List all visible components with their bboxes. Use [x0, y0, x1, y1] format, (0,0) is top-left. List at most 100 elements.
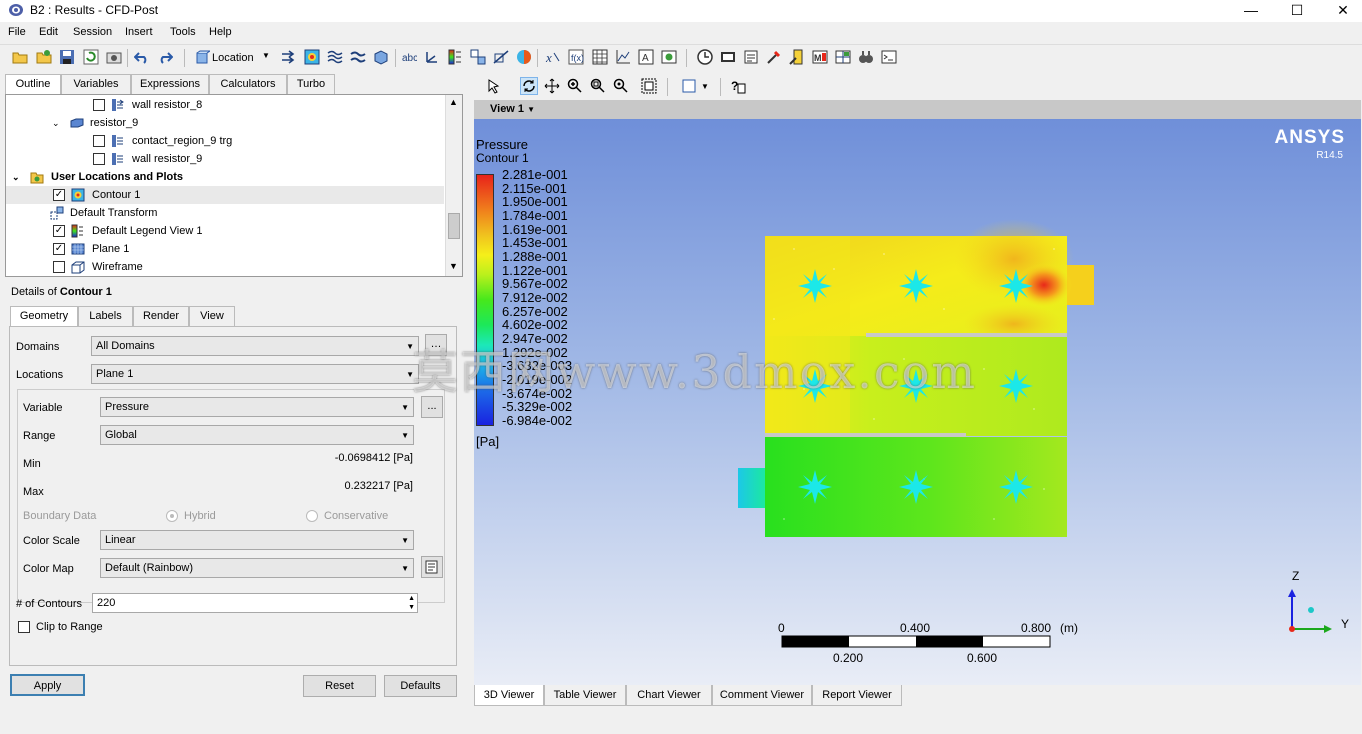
conservative-radio[interactable]	[306, 510, 318, 522]
tab-variables[interactable]: Variables	[61, 74, 131, 94]
tab-report-viewer[interactable]: Report Viewer	[812, 685, 902, 706]
visibility-checkbox[interactable]	[93, 99, 105, 111]
mesh-calculator-icon[interactable]	[835, 49, 851, 65]
expand-chevron-icon[interactable]: ⌄	[52, 114, 60, 132]
streamline-icon[interactable]	[327, 49, 343, 65]
tree-item-plane-1[interactable]: ✓ Plane 1	[6, 240, 444, 258]
comment-icon[interactable]: A	[638, 49, 654, 65]
probe-icon[interactable]	[766, 49, 782, 65]
menu-insert[interactable]: Insert	[125, 26, 153, 38]
tree-scrollbar[interactable]: ▲ ▼	[445, 95, 462, 276]
menu-edit[interactable]: Edit	[39, 26, 58, 38]
tab-geometry[interactable]: Geometry	[10, 306, 78, 327]
tab-view[interactable]: View	[189, 306, 235, 326]
tree-item-resistor-9[interactable]: ⌄ resistor_9	[6, 114, 444, 132]
clip-to-range-checkbox[interactable]	[18, 621, 30, 633]
vector-icon[interactable]	[281, 49, 297, 65]
defaults-button[interactable]: Defaults	[384, 675, 457, 697]
tab-outline[interactable]: Outline	[5, 74, 61, 95]
redo-icon[interactable]	[157, 49, 173, 65]
variables-icon[interactable]: x	[545, 49, 561, 65]
command-editor-icon[interactable]	[881, 49, 897, 65]
fit-view-icon[interactable]	[641, 78, 657, 94]
animation-icon[interactable]	[720, 49, 736, 65]
tab-table-viewer[interactable]: Table Viewer	[544, 685, 626, 706]
tab-render[interactable]: Render	[133, 306, 189, 326]
volume-rendering-icon[interactable]	[373, 49, 389, 65]
tree-item-contact-region-9-trg[interactable]: contact_region_9 trg	[6, 132, 444, 150]
visibility-checkbox[interactable]: ✓	[53, 189, 65, 201]
close-button[interactable]: ✕	[1320, 0, 1362, 22]
locations-select[interactable]: Plane 1 ▼	[91, 364, 419, 384]
minimize-button[interactable]: —	[1228, 0, 1274, 22]
tree-item-wireframe[interactable]: Wireframe	[6, 258, 444, 276]
color-scale-select[interactable]: Linear ▼	[100, 530, 414, 550]
variable-select[interactable]: Pressure ▼	[100, 397, 414, 417]
zoom-fit-icon[interactable]	[613, 78, 629, 94]
scrollbar-thumb[interactable]	[448, 213, 460, 239]
tree-item-wall-resistor-9[interactable]: wall resistor_9	[6, 150, 444, 168]
tree-item-user-locations[interactable]: ⌄ User Locations and Plots	[6, 168, 444, 186]
visibility-checkbox[interactable]	[93, 153, 105, 165]
range-select[interactable]: Global ▼	[100, 425, 414, 445]
tab-expressions[interactable]: Expressions	[131, 74, 209, 94]
visibility-checkbox[interactable]: ✓	[53, 243, 65, 255]
tree-item-default-transform[interactable]: Default Transform	[6, 204, 444, 222]
tree-item-wall-resistor-8[interactable]: wall resistor_8	[6, 96, 444, 114]
variable-ellipsis-button[interactable]: ...	[421, 396, 443, 418]
text-icon[interactable]: abc	[401, 49, 417, 65]
maximize-button[interactable]: ☐	[1274, 0, 1320, 22]
particle-track-icon[interactable]	[350, 49, 366, 65]
load-results-icon[interactable]	[36, 49, 52, 65]
tab-comment-viewer[interactable]: Comment Viewer	[712, 685, 812, 706]
help-icon[interactable]: ?	[730, 78, 746, 94]
chevron-down-icon[interactable]: ▼	[701, 82, 709, 91]
zoom-box-icon[interactable]	[590, 78, 606, 94]
color-map-icon[interactable]	[516, 49, 532, 65]
save-state-icon[interactable]	[59, 49, 75, 65]
contour-tool-icon[interactable]	[304, 49, 320, 65]
menu-file[interactable]: File	[8, 26, 26, 38]
spinner-arrows-icon[interactable]: ▲ ▼	[408, 594, 415, 612]
figure-icon[interactable]	[661, 49, 677, 65]
tree-item-contour-1[interactable]: ✓ Contour 1	[6, 186, 444, 204]
instance-transform-icon[interactable]	[470, 49, 486, 65]
select-icon[interactable]	[486, 78, 502, 94]
tree-item-default-legend-view-1[interactable]: ✓ Default Legend View 1	[6, 222, 444, 240]
load-state-icon[interactable]	[12, 49, 28, 65]
zoom-icon[interactable]	[567, 78, 583, 94]
location-dropdown[interactable]: Location ▼	[192, 48, 274, 68]
camera-icon[interactable]	[106, 49, 122, 65]
clip-plane-icon[interactable]	[493, 49, 509, 65]
reset-button[interactable]: Reset	[303, 675, 376, 697]
timestep-icon[interactable]	[697, 49, 713, 65]
color-map-editor-button[interactable]	[421, 556, 443, 578]
table-icon[interactable]	[592, 49, 608, 65]
visibility-checkbox[interactable]	[93, 135, 105, 147]
rotate-icon[interactable]	[520, 77, 538, 95]
view-selector[interactable]: View 1 ▼	[490, 103, 535, 115]
macro-calculator-icon[interactable]: M	[812, 49, 828, 65]
case-comparison-icon[interactable]	[858, 49, 874, 65]
undo-icon[interactable]	[134, 49, 150, 65]
contours-spinner[interactable]: 220 ▲ ▼	[92, 593, 418, 613]
visibility-checkbox[interactable]: ✓	[53, 225, 65, 237]
apply-button[interactable]: Apply	[10, 674, 85, 696]
scroll-up-icon[interactable]: ▲	[449, 97, 458, 107]
coordinate-frame-icon[interactable]	[424, 49, 440, 65]
refresh-icon[interactable]	[83, 49, 99, 65]
domains-select[interactable]: All Domains ▼	[91, 336, 419, 356]
expressions-icon[interactable]: f(x)	[568, 49, 584, 65]
quick-editor-icon[interactable]	[743, 49, 759, 65]
expand-chevron-icon[interactable]: ⌄	[12, 168, 20, 186]
menu-session[interactable]: Session	[73, 26, 112, 38]
menu-tools[interactable]: Tools	[170, 26, 196, 38]
function-calculator-icon[interactable]	[789, 49, 805, 65]
hybrid-radio[interactable]	[166, 510, 178, 522]
viewport-layout-icon[interactable]	[681, 78, 697, 94]
tab-3d-viewer[interactable]: 3D Viewer	[474, 685, 544, 706]
menu-help[interactable]: Help	[209, 26, 232, 38]
tab-chart-viewer[interactable]: Chart Viewer	[626, 685, 712, 706]
domains-selector-button[interactable]: …	[425, 334, 447, 356]
pan-icon[interactable]	[544, 78, 560, 94]
